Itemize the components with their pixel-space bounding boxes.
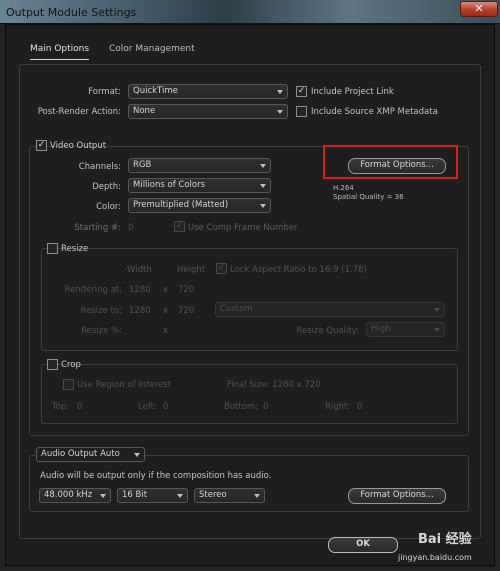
channels-value: RGB xyxy=(133,160,152,170)
format-label: Format: xyxy=(88,87,121,97)
resize-preset-value: Custom xyxy=(220,304,253,314)
watermark-url: jingyan.baidu.com xyxy=(398,553,472,562)
use-comp-frame-label: Use Comp Frame Number xyxy=(188,223,298,233)
audio-bits-value: 16 Bit xyxy=(122,490,148,500)
use-roi-label: Use Region of Interest xyxy=(77,380,172,390)
channels-label: Channels: xyxy=(78,162,121,172)
color-label: Color: xyxy=(96,202,121,212)
color-dropdown[interactable]: Premultiplied (Matted) xyxy=(128,198,271,213)
close-button[interactable]: ✕ xyxy=(460,1,498,17)
crop-label: Crop xyxy=(61,360,81,370)
format-dropdown[interactable]: QuickTime xyxy=(128,84,288,99)
resize-checkbox[interactable] xyxy=(47,243,58,254)
crop-top-label: Top: xyxy=(52,402,70,412)
resize-label: Resize xyxy=(61,244,89,254)
resize-percent-times: x xyxy=(163,326,169,336)
audio-rate-value: 48.000 kHz xyxy=(44,490,93,500)
crop-bottom-value: 0 xyxy=(263,402,269,412)
use-roi-checkbox[interactable] xyxy=(63,379,74,390)
crop-checkbox[interactable] xyxy=(47,359,58,370)
resize-to-label: Resize to: xyxy=(80,306,122,316)
chevron-down-icon xyxy=(277,90,283,94)
crop-left-label: Left: xyxy=(138,402,157,412)
starting-number-value: 0 xyxy=(128,223,134,233)
rendering-times: x xyxy=(163,285,169,295)
audio-rate-dropdown[interactable]: 48.000 kHz xyxy=(39,488,111,503)
color-value: Premultiplied (Matted) xyxy=(133,200,229,210)
depth-dropdown[interactable]: Millions of Colors xyxy=(128,178,271,193)
include-xmp-label: Include Source XMP Metadata xyxy=(311,107,438,117)
include-project-link-checkbox[interactable]: ✓ xyxy=(296,86,307,97)
post-render-value: None xyxy=(133,106,156,116)
audio-output-mode-value: Audio Output Auto xyxy=(41,449,120,459)
watermark-brand: Bai 经验 xyxy=(418,532,472,547)
chevron-down-icon xyxy=(277,110,283,114)
audio-note: Audio will be output only if the composi… xyxy=(40,471,272,481)
rendering-at-label: Rendering at: xyxy=(64,285,122,295)
chevron-down-icon xyxy=(434,308,440,312)
rendering-height: 720 xyxy=(178,285,195,295)
crop-right-label: Right: xyxy=(325,402,351,412)
resize-to-times: x xyxy=(163,306,169,316)
crop-right-value: 0 xyxy=(357,402,363,412)
quality-info: Spatial Quality = 36 xyxy=(333,193,404,201)
resize-quality-dropdown[interactable]: High xyxy=(366,322,445,337)
audio-channels-dropdown[interactable]: Stereo xyxy=(194,488,265,503)
crop-top-value: 0 xyxy=(77,402,83,412)
format-value: QuickTime xyxy=(133,86,178,96)
video-output-checkbox[interactable]: ✓ xyxy=(36,140,47,151)
resize-percent-label: Resize %: xyxy=(81,326,122,336)
channels-dropdown[interactable]: RGB xyxy=(128,158,271,173)
include-xmp-checkbox[interactable] xyxy=(296,106,307,117)
ok-button[interactable]: OK xyxy=(328,537,398,553)
final-size: Final Size: 1280 x 720 xyxy=(227,380,321,390)
resize-to-height: 720 xyxy=(178,306,195,316)
audio-channels-value: Stereo xyxy=(199,490,227,500)
post-render-label: Post-Render Action: xyxy=(37,107,121,117)
post-render-dropdown[interactable]: None xyxy=(128,104,288,119)
chevron-down-icon xyxy=(134,453,140,457)
depth-label: Depth: xyxy=(92,182,121,192)
crop-panel xyxy=(41,364,458,424)
chevron-down-icon xyxy=(260,204,266,208)
resize-preset-dropdown[interactable]: Custom xyxy=(215,302,445,317)
tab-main-options[interactable]: Main Options xyxy=(30,44,90,60)
chevron-down-icon xyxy=(260,184,266,188)
chevron-down-icon xyxy=(177,494,183,498)
codec-info: H.264 xyxy=(333,184,354,192)
crop-bottom-label: Bottom: xyxy=(224,402,259,412)
resize-quality-label: Resize Quality: xyxy=(296,326,359,336)
title-bar: Output Module Settings ✕ xyxy=(0,0,500,24)
resize-quality-value: High xyxy=(371,324,391,334)
chevron-down-icon xyxy=(254,494,260,498)
resize-to-width: 1280 xyxy=(129,306,151,316)
audio-format-options-button[interactable]: Format Options... xyxy=(348,488,446,504)
lock-aspect-label: Lock Aspect Ratio to 16:9 (1.78) xyxy=(230,265,367,275)
include-project-link-label: Include Project Link xyxy=(311,87,394,97)
chevron-down-icon xyxy=(100,494,106,498)
depth-value: Millions of Colors xyxy=(133,180,206,190)
highlight-box xyxy=(323,145,458,179)
lock-aspect-checkbox[interactable]: ✓ xyxy=(216,263,227,274)
chevron-down-icon xyxy=(260,164,266,168)
height-header: Height xyxy=(177,265,206,275)
rendering-width: 1280 xyxy=(129,285,151,295)
starting-number-label: Starting #: xyxy=(74,223,121,233)
audio-bits-dropdown[interactable]: 16 Bit xyxy=(117,488,188,503)
audio-output-mode-dropdown[interactable]: Audio Output Auto xyxy=(36,447,145,462)
video-output-label: Video Output xyxy=(50,141,107,151)
tab-color-management[interactable]: Color Management xyxy=(109,44,195,54)
use-comp-frame-checkbox[interactable]: ✓ xyxy=(174,221,185,232)
chevron-down-icon xyxy=(434,328,440,332)
width-header: Width xyxy=(127,265,152,275)
window-title: Output Module Settings xyxy=(6,6,137,19)
crop-left-value: 0 xyxy=(163,402,169,412)
